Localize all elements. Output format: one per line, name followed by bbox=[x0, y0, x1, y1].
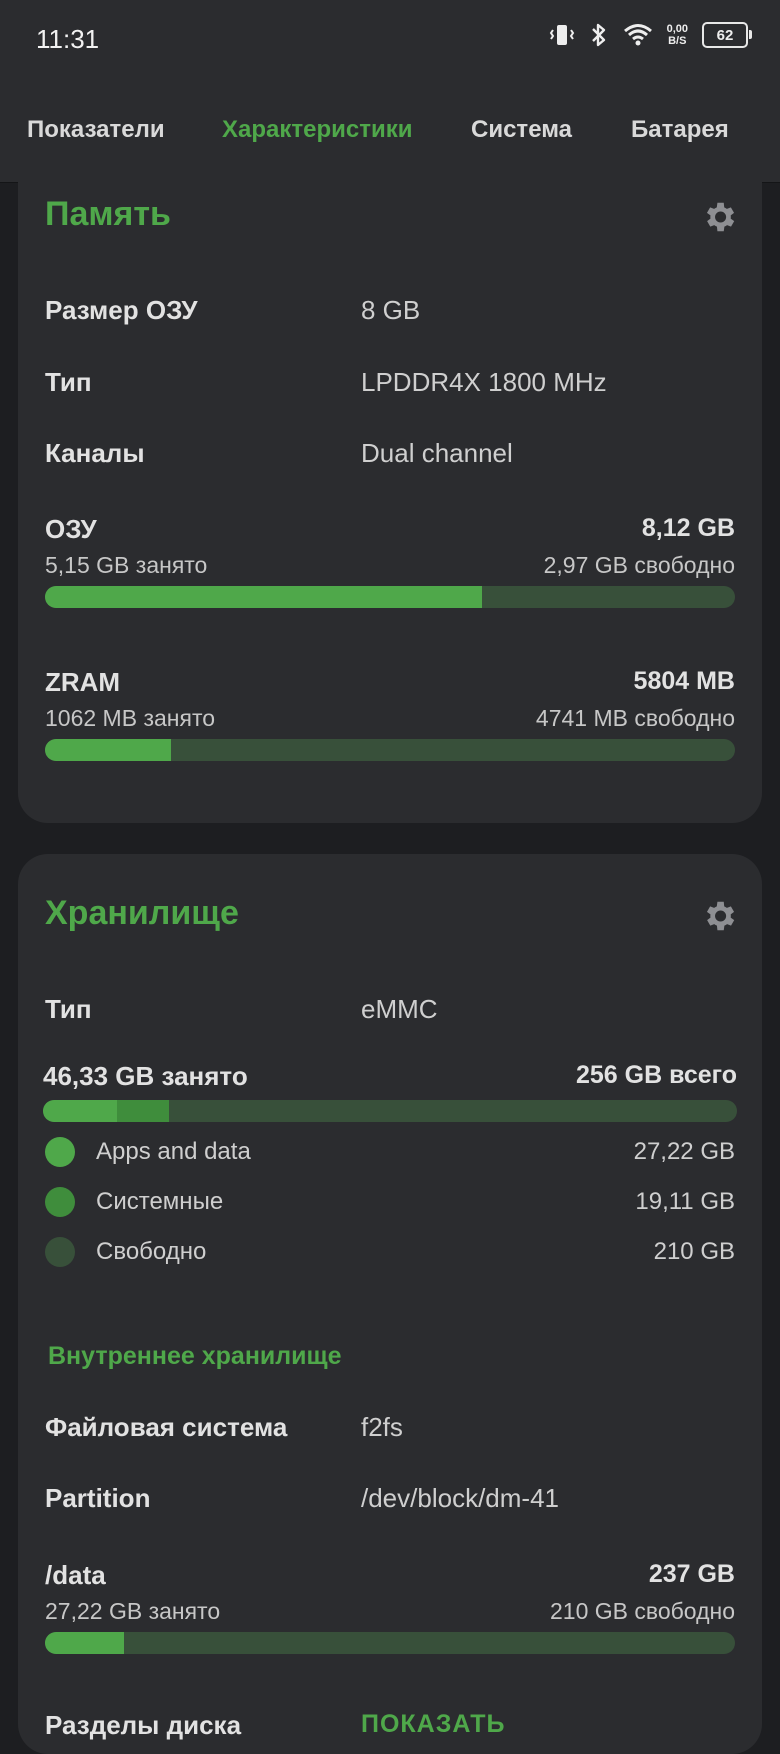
ram-size-label: Размер ОЗУ bbox=[45, 295, 198, 325]
legend-label-apps: Apps and data bbox=[96, 1138, 251, 1165]
gear-icon[interactable] bbox=[700, 897, 738, 935]
storage-total: 256 GB всего bbox=[575, 1061, 737, 1089]
status-time: 11:31 bbox=[36, 24, 100, 54]
filesystem-value: f2fs bbox=[361, 1412, 403, 1442]
partition-value: /dev/block/dm-41 bbox=[361, 1483, 559, 1513]
tab-system[interactable]: Система bbox=[471, 116, 572, 144]
legend-value-free: 210 GB bbox=[653, 1238, 735, 1265]
status-icons: 0,00 B/S 62 bbox=[549, 22, 752, 48]
data-usage-fill bbox=[45, 1632, 125, 1654]
tab-battery[interactable]: Батарея bbox=[631, 116, 729, 144]
data-usage-bar bbox=[45, 1632, 735, 1654]
ram-size-value: 8 GB bbox=[361, 295, 421, 325]
zram-usage-bar bbox=[45, 739, 735, 761]
data-bar-total: 237 GB bbox=[648, 1560, 735, 1588]
ram-type-label: Тип bbox=[45, 367, 92, 397]
ram-used: 5,15 GB занято bbox=[45, 552, 208, 578]
storage-type-value: eMMC bbox=[361, 994, 438, 1024]
ram-usage-fill bbox=[45, 586, 483, 608]
ram-usage-bar bbox=[45, 586, 735, 608]
zram-used: 1062 MB занято bbox=[45, 705, 216, 731]
disk-partitions-label: Разделы диска bbox=[45, 1710, 242, 1740]
vibrate-icon bbox=[549, 25, 574, 45]
legend-label-system: Системные bbox=[96, 1188, 224, 1215]
wifi-icon bbox=[623, 24, 652, 46]
tab-indicators[interactable]: Показатели bbox=[27, 116, 165, 144]
storage-card: Хранилище Тип eMMC 46,33 GB занято 256 G… bbox=[18, 854, 762, 1754]
legend-label-free: Свободно bbox=[96, 1238, 207, 1265]
ram-bar-total: 8,12 GB bbox=[641, 514, 735, 542]
data-bar-title: /data bbox=[45, 1560, 106, 1590]
zram-free: 4741 MB свободно bbox=[535, 705, 735, 731]
ram-free: 2,97 GB свободно bbox=[543, 552, 735, 578]
storage-usage-bar bbox=[43, 1100, 737, 1122]
partition-label: Partition bbox=[45, 1483, 151, 1513]
legend-dot-system bbox=[45, 1187, 75, 1217]
memory-card: Память Размер ОЗУ 8 GB Тип LPDDR4X 1800 … bbox=[18, 150, 762, 823]
show-partitions-button[interactable]: ПОКАЗАТЬ bbox=[361, 1710, 505, 1739]
data-used: 27,22 GB занято bbox=[45, 1598, 221, 1624]
zram-usage-fill bbox=[45, 739, 172, 761]
storage-type-label: Тип bbox=[45, 994, 92, 1024]
zram-bar-title: ZRAM bbox=[45, 667, 121, 697]
zram-bar-total: 5804 MB bbox=[633, 667, 735, 695]
bluetooth-icon bbox=[591, 23, 605, 47]
legend-value-apps: 27,22 GB bbox=[633, 1138, 735, 1165]
storage-used-total: 46,33 GB занято bbox=[43, 1061, 248, 1091]
legend-dot-apps bbox=[45, 1137, 75, 1167]
gear-icon[interactable] bbox=[700, 198, 738, 236]
battery-icon: 62 bbox=[702, 22, 752, 48]
filesystem-label: Файловая система bbox=[45, 1412, 288, 1442]
legend-value-system: 19,11 GB bbox=[635, 1188, 735, 1215]
legend-dot-free bbox=[45, 1237, 75, 1267]
network-speed: 0,00 B/S bbox=[667, 23, 688, 47]
data-free: 210 GB свободно bbox=[549, 1598, 735, 1624]
battery-level: 62 bbox=[716, 26, 734, 44]
status-bar: 11:31 0,00 B/S 62 bbox=[0, 0, 780, 80]
network-speed-value: 0,00 bbox=[666, 23, 688, 35]
memory-title: Память bbox=[45, 195, 171, 233]
ram-channels-label: Каналы bbox=[45, 438, 145, 468]
ram-bar-title: ОЗУ bbox=[45, 514, 97, 544]
network-speed-unit: B/S bbox=[668, 35, 687, 47]
storage-apps-segment bbox=[43, 1100, 117, 1122]
tab-specifications[interactable]: Характеристики bbox=[222, 116, 413, 144]
storage-system-segment bbox=[116, 1100, 169, 1122]
ram-type-value: LPDDR4X 1800 MHz bbox=[361, 367, 607, 397]
storage-title: Хранилище bbox=[45, 894, 239, 932]
ram-channels-value: Dual channel bbox=[361, 438, 513, 468]
internal-storage-subtitle: Внутреннее хранилище bbox=[48, 1342, 342, 1370]
